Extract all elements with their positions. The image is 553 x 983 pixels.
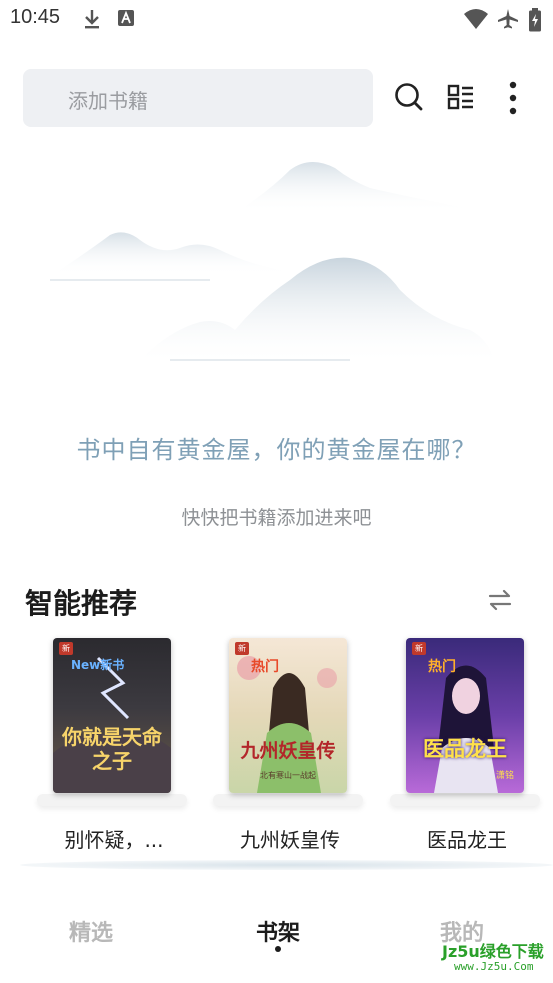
book-cover[interactable]: 新 热门 医品龙王 潇铭 [406, 638, 524, 793]
watermark-url: www.Jz5u.Com [454, 960, 534, 973]
cover-badge: 热门 [428, 659, 456, 675]
battery-charging-icon [529, 8, 541, 32]
book-title[interactable]: 九州妖皇传 [201, 824, 379, 853]
status-time: 10:45 [10, 6, 61, 28]
book-title[interactable]: 医品龙王 [378, 824, 553, 853]
book-cover[interactable]: 新 New新书 你就是天命之子 [53, 638, 171, 793]
cover-title: 九州妖皇传 [240, 740, 336, 762]
cover-title: 你就是天命之子 [62, 725, 162, 773]
search-input[interactable]: 添加书籍 [23, 69, 373, 127]
list-view-icon[interactable] [446, 80, 476, 114]
nav-tab-featured[interactable]: 精选 [69, 915, 113, 947]
empty-state-title: 书中自有黄金屋，你的黄金屋在哪？ [76, 436, 477, 464]
status-bar: 10:45 [0, 0, 553, 38]
more-options-icon[interactable] [506, 80, 520, 120]
cover-title: 医品龙王 [423, 736, 507, 761]
swap-refresh-icon[interactable] [487, 587, 513, 613]
cover-author: 潇铭 [495, 771, 514, 781]
watermark-text: Jz5u绿色下载 [442, 942, 544, 961]
empty-mountains-illustration [50, 161, 495, 365]
cover-tag: 新 [235, 642, 249, 655]
cover-tag: 新 [412, 642, 426, 655]
book-cover[interactable]: 新 热门 九州妖皇传 北有寒山一战起 [229, 638, 347, 793]
airplane-mode-icon [498, 9, 518, 29]
search-icon[interactable] [394, 80, 424, 114]
app-notification-icon [118, 10, 134, 26]
wifi-icon [464, 9, 488, 29]
cover-tag: 新 [59, 642, 73, 655]
cover-badge: 热门 [251, 659, 279, 675]
book-shelf-shadow [390, 794, 540, 806]
watermark-logo: Jz5u绿色下载 www.Jz5u.Com [442, 938, 546, 978]
download-icon [85, 10, 99, 29]
book-shelf-shadow [213, 794, 363, 806]
search-placeholder: 添加书籍 [68, 89, 148, 113]
book-shelf-shadow [37, 794, 187, 806]
empty-state-subtitle: 快快把书籍添加进来吧 [181, 507, 372, 529]
nav-active-indicator [275, 946, 281, 952]
recommend-section-title: 智能推荐 [25, 587, 138, 620]
book-title[interactable]: 别怀疑，... [25, 824, 203, 853]
shelf-divider [20, 860, 553, 870]
nav-tab-bookshelf[interactable]: 书架 [256, 915, 300, 947]
cover-badge: New新书 [71, 658, 125, 672]
cover-author: 北有寒山一战起 [260, 771, 316, 780]
